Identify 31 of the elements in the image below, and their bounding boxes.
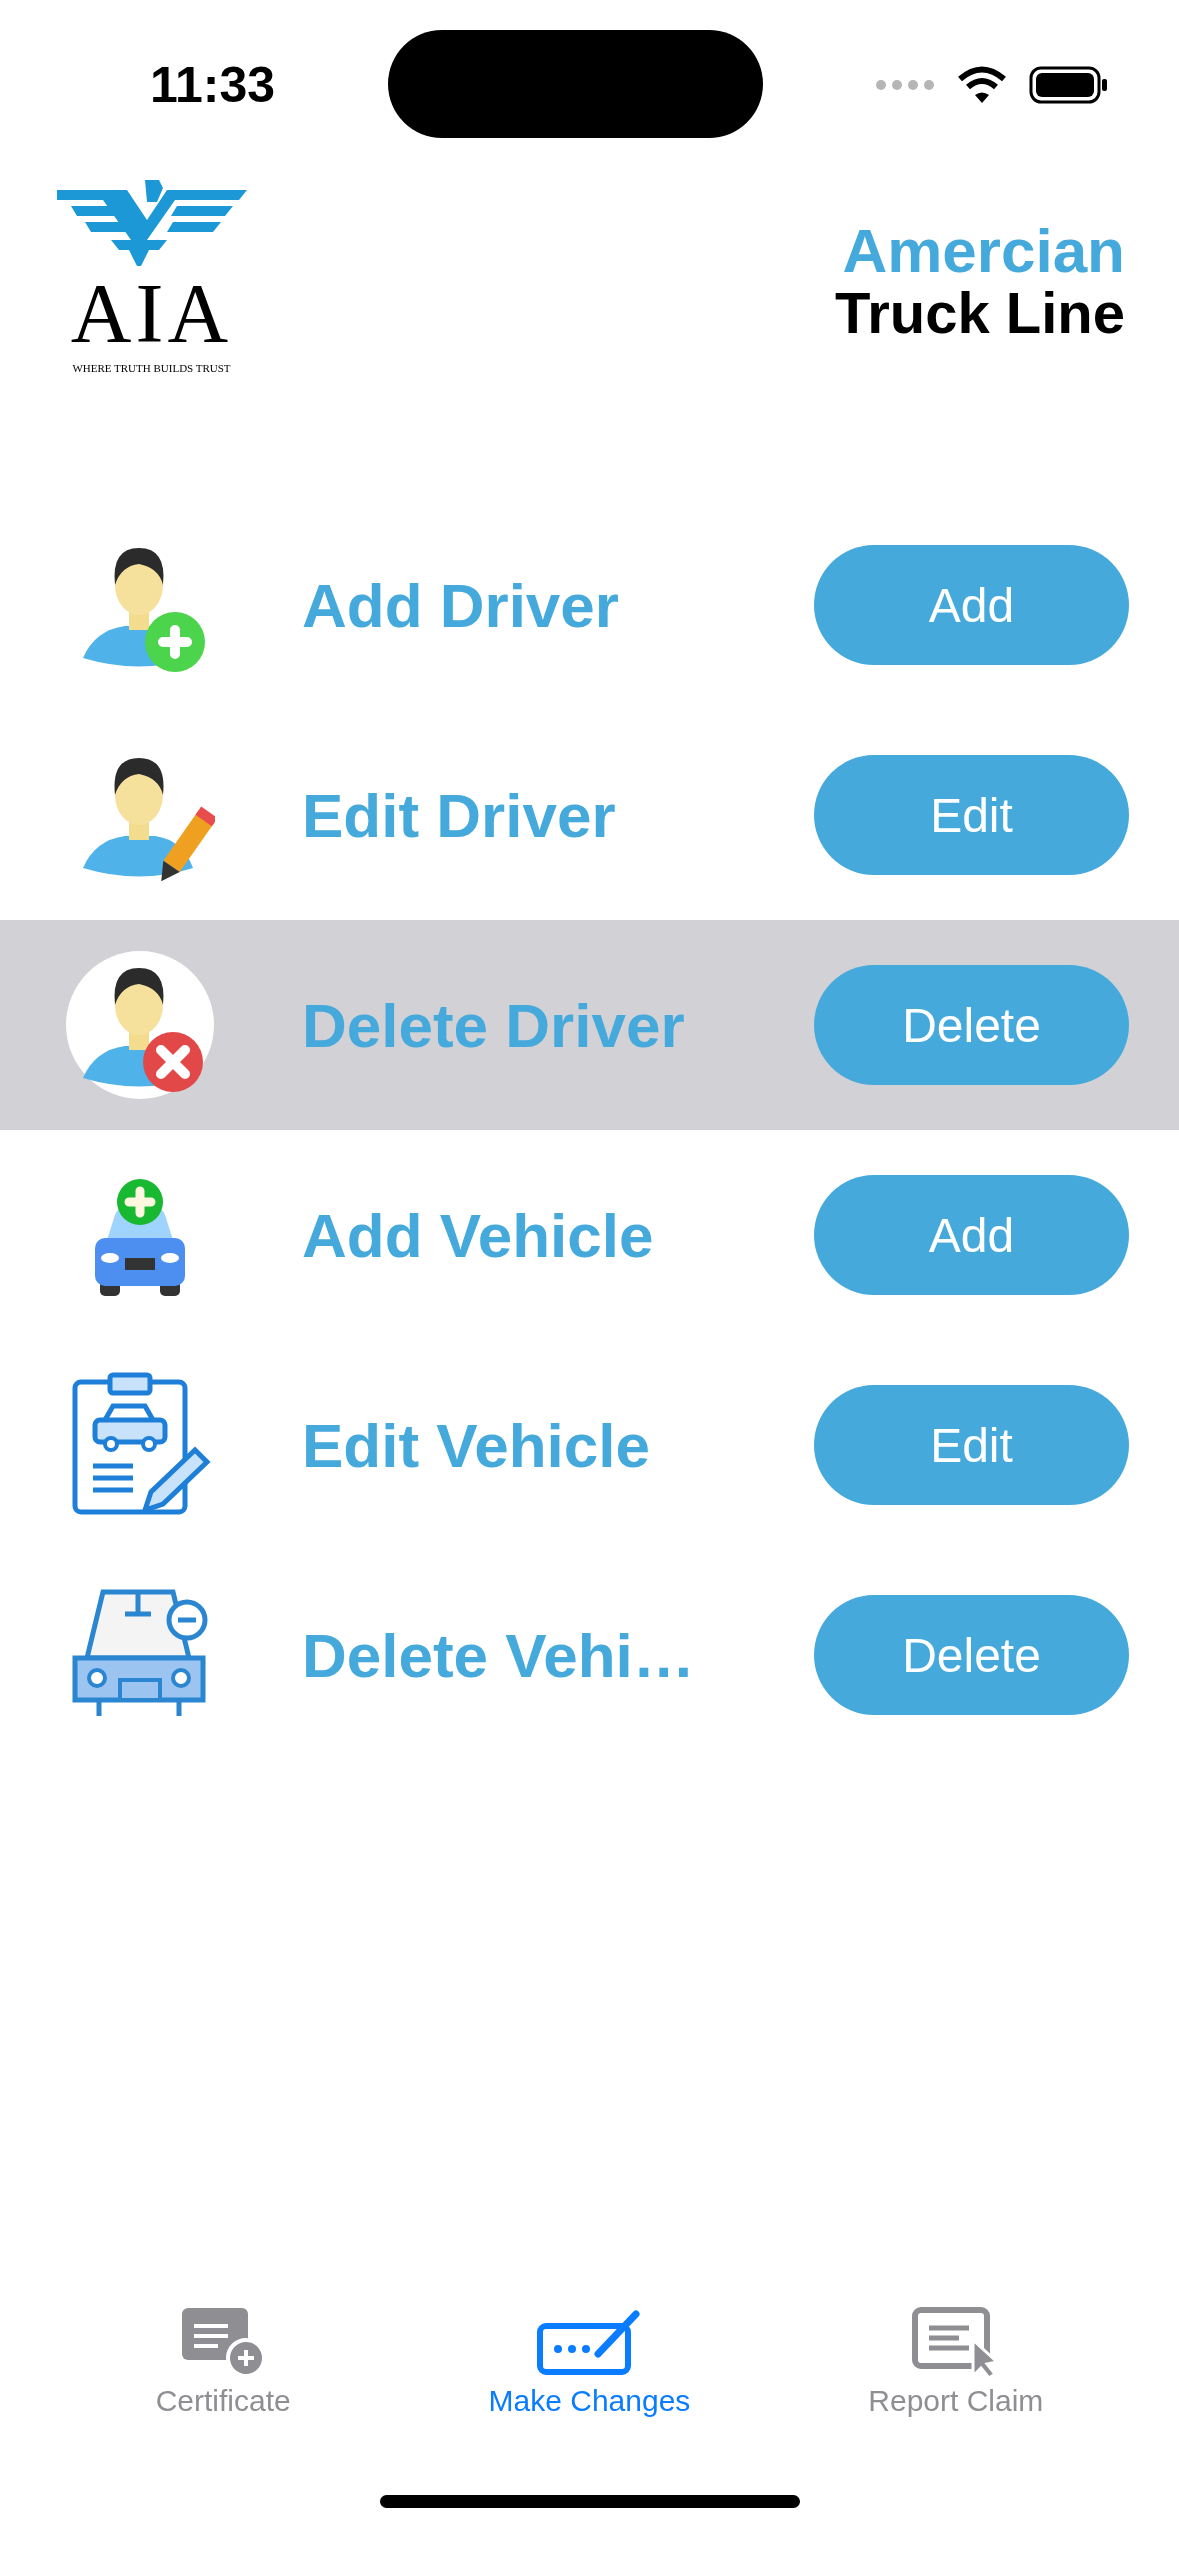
action-row[interactable]: Edit Vehicle Edit xyxy=(0,1340,1179,1550)
wifi-icon xyxy=(957,66,1007,104)
battery-icon xyxy=(1029,66,1109,104)
tab-item[interactable]: Make Changes xyxy=(439,2306,740,2446)
company-name-subtitle: Truck Line xyxy=(834,283,1125,344)
tab-item[interactable]: Certificate xyxy=(73,2306,374,2446)
action-row[interactable]: Add Driver Add xyxy=(0,500,1179,710)
company-name: Amercian xyxy=(842,218,1125,284)
action-row[interactable]: Edit Driver Edit xyxy=(0,710,1179,920)
action-button[interactable]: Add xyxy=(814,545,1129,665)
action-button[interactable]: Edit xyxy=(814,1385,1129,1505)
action-label: Edit Vehicle xyxy=(302,1409,652,1481)
action-label: Edit Driver xyxy=(302,779,617,851)
action-label: Delete Vehi… xyxy=(302,1619,696,1691)
action-button[interactable]: Add xyxy=(814,1175,1129,1295)
action-label: Add Vehicle xyxy=(302,1199,655,1271)
signal-icon xyxy=(875,79,935,91)
status-time: 11:33 xyxy=(150,56,276,114)
action-button[interactable]: Delete xyxy=(814,965,1129,1085)
tab-item[interactable]: Report Claim xyxy=(805,2306,1106,2446)
action-button[interactable]: Edit xyxy=(814,755,1129,875)
action-label: Add Driver xyxy=(302,569,620,641)
person-cross-icon xyxy=(65,950,215,1100)
highlighted-row[interactable]: Delete Driver Delete xyxy=(0,920,1179,1130)
eagle-icon xyxy=(56,180,247,266)
action-row[interactable]: Delete Vehi… Delete xyxy=(0,1550,1179,1760)
action-button[interactable]: Delete xyxy=(814,1595,1129,1715)
action-row[interactable]: Add Vehicle Add xyxy=(0,1130,1179,1340)
logo-tagline: WHERE TRUTH BUILDS TRUST xyxy=(72,362,231,374)
logo-letters: AIA xyxy=(70,272,233,356)
action-label: Delete Driver xyxy=(302,989,686,1061)
